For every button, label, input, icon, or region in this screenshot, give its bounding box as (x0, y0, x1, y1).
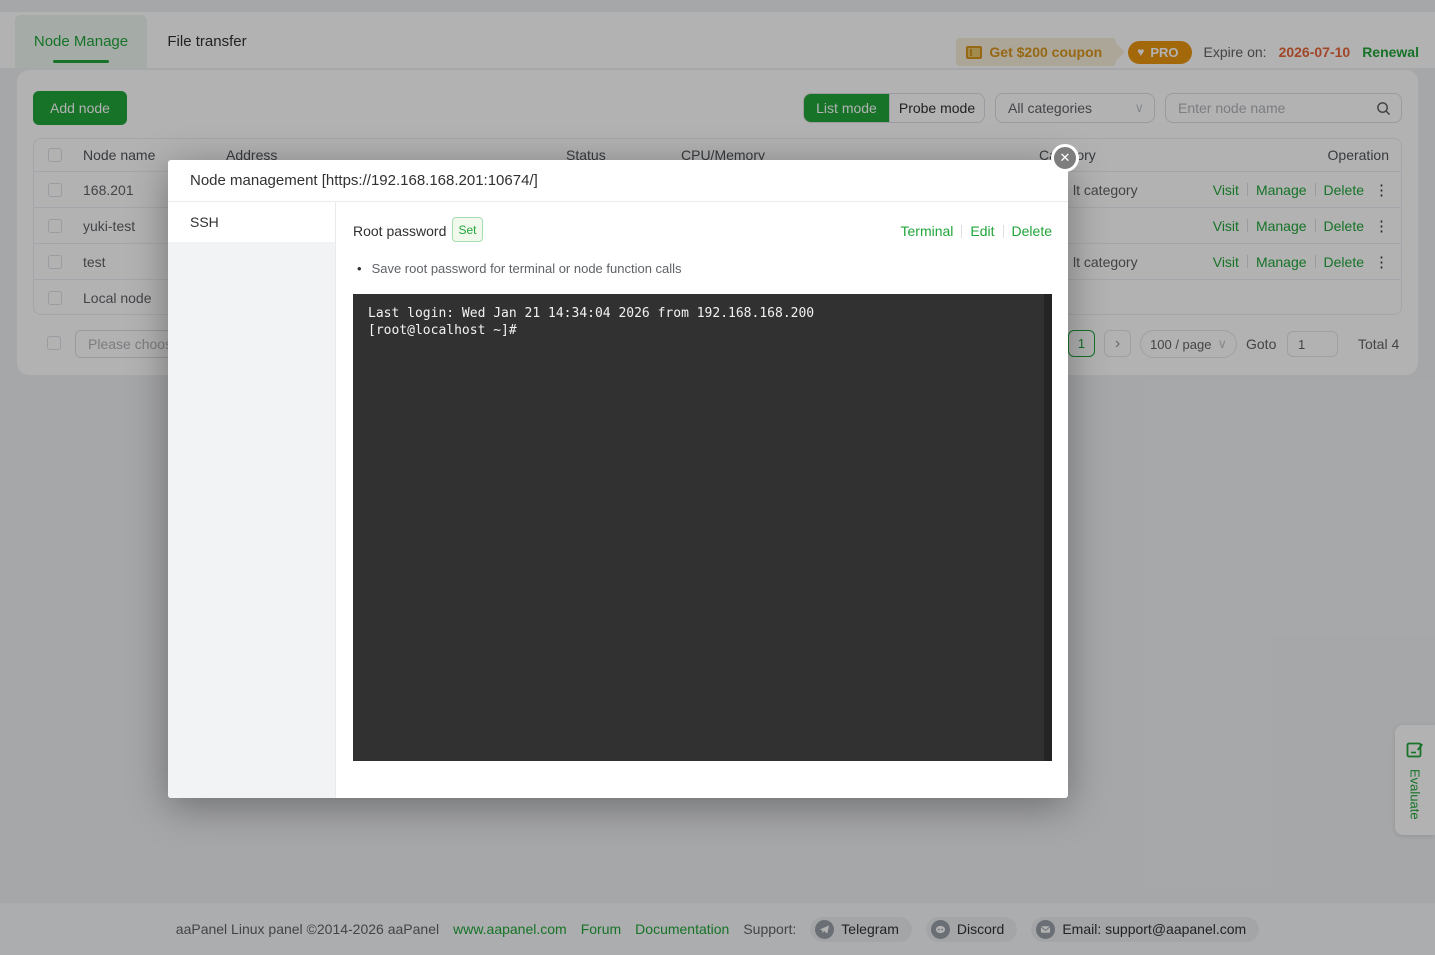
ssh-terminal[interactable]: Last login: Wed Jan 21 14:34:04 2026 fro… (353, 294, 1052, 761)
sidebar-item-ssh[interactable]: SSH (168, 202, 335, 242)
terminal-line: [root@localhost ~]# (368, 322, 1030, 339)
root-password-hint: Save root password for terminal or node … (357, 261, 682, 276)
delete-link[interactable]: Delete (1012, 223, 1052, 239)
close-icon: ✕ (1060, 150, 1071, 166)
root-password-label: Root password (353, 219, 446, 243)
node-manage-page: Node Manage File transfer Get $200 coupo… (0, 0, 1435, 955)
terminal-line: Last login: Wed Jan 21 14:34:04 2026 fro… (368, 305, 1030, 322)
modal-header: Node management [https://192.168.168.201… (168, 160, 1068, 202)
modal-body: Root password Set Terminal Edit Delete S… (336, 202, 1068, 798)
node-management-modal: Node management [https://192.168.168.201… (168, 160, 1068, 798)
modal-action-links: Terminal Edit Delete (901, 219, 1053, 243)
modal-sidebar: SSH (168, 202, 336, 798)
close-button[interactable]: ✕ (1051, 144, 1079, 172)
terminal-link[interactable]: Terminal (901, 223, 954, 239)
edit-link[interactable]: Edit (970, 223, 994, 239)
modal-title: Node management [https://192.168.168.201… (190, 172, 538, 189)
divider (1003, 225, 1004, 238)
divider (961, 225, 962, 238)
set-password-button[interactable]: Set (452, 217, 483, 242)
